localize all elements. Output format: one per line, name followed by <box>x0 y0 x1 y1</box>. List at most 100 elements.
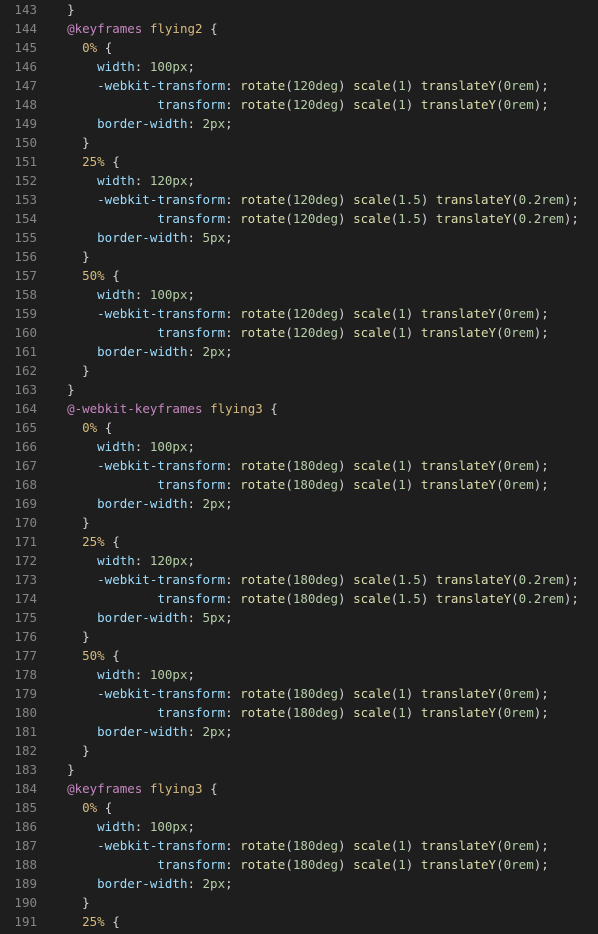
line-number: 188 <box>0 855 37 874</box>
line-number: 175 <box>0 608 37 627</box>
code-line[interactable]: 25% { <box>52 532 598 551</box>
code-line[interactable]: transform: rotate(120deg) scale(1) trans… <box>52 95 598 114</box>
code-line[interactable]: 0% { <box>52 798 598 817</box>
line-number: 163 <box>0 380 37 399</box>
code-line[interactable]: } <box>52 741 598 760</box>
line-number: 146 <box>0 57 37 76</box>
line-number: 167 <box>0 456 37 475</box>
code-line[interactable]: -webkit-transform: rotate(120deg) scale(… <box>52 76 598 95</box>
code-line[interactable]: @keyframes flying2 { <box>52 19 598 38</box>
code-line[interactable]: 50% { <box>52 646 598 665</box>
code-line[interactable]: border-width: 5px; <box>52 608 598 627</box>
code-line[interactable]: border-width: 2px; <box>52 114 598 133</box>
line-number: 162 <box>0 361 37 380</box>
code-line[interactable]: } <box>52 380 598 399</box>
code-line[interactable]: transform: rotate(120deg) scale(1.5) tra… <box>52 209 598 228</box>
code-line[interactable]: width: 100px; <box>52 665 598 684</box>
line-number: 151 <box>0 152 37 171</box>
line-number-gutter: 1431441451461471481491501511521531541551… <box>0 0 52 931</box>
line-number: 179 <box>0 684 37 703</box>
code-line[interactable]: } <box>52 760 598 779</box>
line-number: 182 <box>0 741 37 760</box>
line-number: 189 <box>0 874 37 893</box>
code-line[interactable]: } <box>52 893 598 912</box>
line-number: 187 <box>0 836 37 855</box>
code-line[interactable]: 25% { <box>52 912 598 931</box>
code-line[interactable]: } <box>52 627 598 646</box>
line-number: 156 <box>0 247 37 266</box>
line-number: 145 <box>0 38 37 57</box>
code-line[interactable]: border-width: 5px; <box>52 228 598 247</box>
line-number: 157 <box>0 266 37 285</box>
code-line[interactable]: 0% { <box>52 38 598 57</box>
code-line[interactable]: border-width: 2px; <box>52 722 598 741</box>
code-line[interactable]: width: 100px; <box>52 57 598 76</box>
code-line[interactable]: @keyframes flying3 { <box>52 779 598 798</box>
line-number: 161 <box>0 342 37 361</box>
code-line[interactable]: } <box>52 513 598 532</box>
line-number: 150 <box>0 133 37 152</box>
code-line[interactable]: -webkit-transform: rotate(180deg) scale(… <box>52 456 598 475</box>
line-number: 147 <box>0 76 37 95</box>
code-line[interactable]: width: 120px; <box>52 171 598 190</box>
code-line[interactable]: } <box>52 0 598 19</box>
code-line[interactable]: 0% { <box>52 418 598 437</box>
code-line[interactable]: transform: rotate(180deg) scale(1.5) tra… <box>52 589 598 608</box>
code-line[interactable]: @-webkit-keyframes flying3 { <box>52 399 598 418</box>
code-line[interactable]: -webkit-transform: rotate(120deg) scale(… <box>52 304 598 323</box>
line-number: 155 <box>0 228 37 247</box>
code-editor[interactable]: 1431441451461471481491501511521531541551… <box>0 0 598 931</box>
line-number: 171 <box>0 532 37 551</box>
line-number: 164 <box>0 399 37 418</box>
line-number: 166 <box>0 437 37 456</box>
line-number: 181 <box>0 722 37 741</box>
line-number: 186 <box>0 817 37 836</box>
code-line[interactable]: width: 100px; <box>52 437 598 456</box>
line-number: 149 <box>0 114 37 133</box>
line-number: 172 <box>0 551 37 570</box>
code-line[interactable]: -webkit-transform: rotate(180deg) scale(… <box>52 570 598 589</box>
line-number: 173 <box>0 570 37 589</box>
line-number: 176 <box>0 627 37 646</box>
line-number: 148 <box>0 95 37 114</box>
line-number: 165 <box>0 418 37 437</box>
line-number: 168 <box>0 475 37 494</box>
code-line[interactable]: } <box>52 247 598 266</box>
code-line[interactable]: transform: rotate(180deg) scale(1) trans… <box>52 855 598 874</box>
code-line[interactable]: 25% { <box>52 152 598 171</box>
code-line[interactable]: transform: rotate(180deg) scale(1) trans… <box>52 703 598 722</box>
code-line[interactable]: transform: rotate(120deg) scale(1) trans… <box>52 323 598 342</box>
code-line[interactable]: -webkit-transform: rotate(180deg) scale(… <box>52 836 598 855</box>
code-line[interactable]: } <box>52 361 598 380</box>
line-number: 177 <box>0 646 37 665</box>
code-content[interactable]: } @keyframes flying2 { 0% { width: 100px… <box>52 0 598 931</box>
code-line[interactable]: -webkit-transform: rotate(120deg) scale(… <box>52 190 598 209</box>
code-line[interactable]: 50% { <box>52 266 598 285</box>
line-number: 160 <box>0 323 37 342</box>
line-number: 159 <box>0 304 37 323</box>
code-line[interactable]: -webkit-transform: rotate(180deg) scale(… <box>52 684 598 703</box>
line-number: 178 <box>0 665 37 684</box>
line-number: 190 <box>0 893 37 912</box>
line-number: 144 <box>0 19 37 38</box>
line-number: 158 <box>0 285 37 304</box>
line-number: 191 <box>0 912 37 931</box>
code-line[interactable]: width: 100px; <box>52 817 598 836</box>
line-number: 153 <box>0 190 37 209</box>
code-line[interactable]: width: 100px; <box>52 285 598 304</box>
line-number: 185 <box>0 798 37 817</box>
code-line[interactable]: } <box>52 133 598 152</box>
line-number: 154 <box>0 209 37 228</box>
code-line[interactable]: border-width: 2px; <box>52 342 598 361</box>
code-line[interactable]: transform: rotate(180deg) scale(1) trans… <box>52 475 598 494</box>
line-number: 184 <box>0 779 37 798</box>
line-number: 170 <box>0 513 37 532</box>
line-number: 174 <box>0 589 37 608</box>
line-number: 169 <box>0 494 37 513</box>
code-line[interactable]: width: 120px; <box>52 551 598 570</box>
line-number: 180 <box>0 703 37 722</box>
code-line[interactable]: border-width: 2px; <box>52 874 598 893</box>
line-number: 143 <box>0 0 37 19</box>
code-line[interactable]: border-width: 2px; <box>52 494 598 513</box>
line-number: 152 <box>0 171 37 190</box>
